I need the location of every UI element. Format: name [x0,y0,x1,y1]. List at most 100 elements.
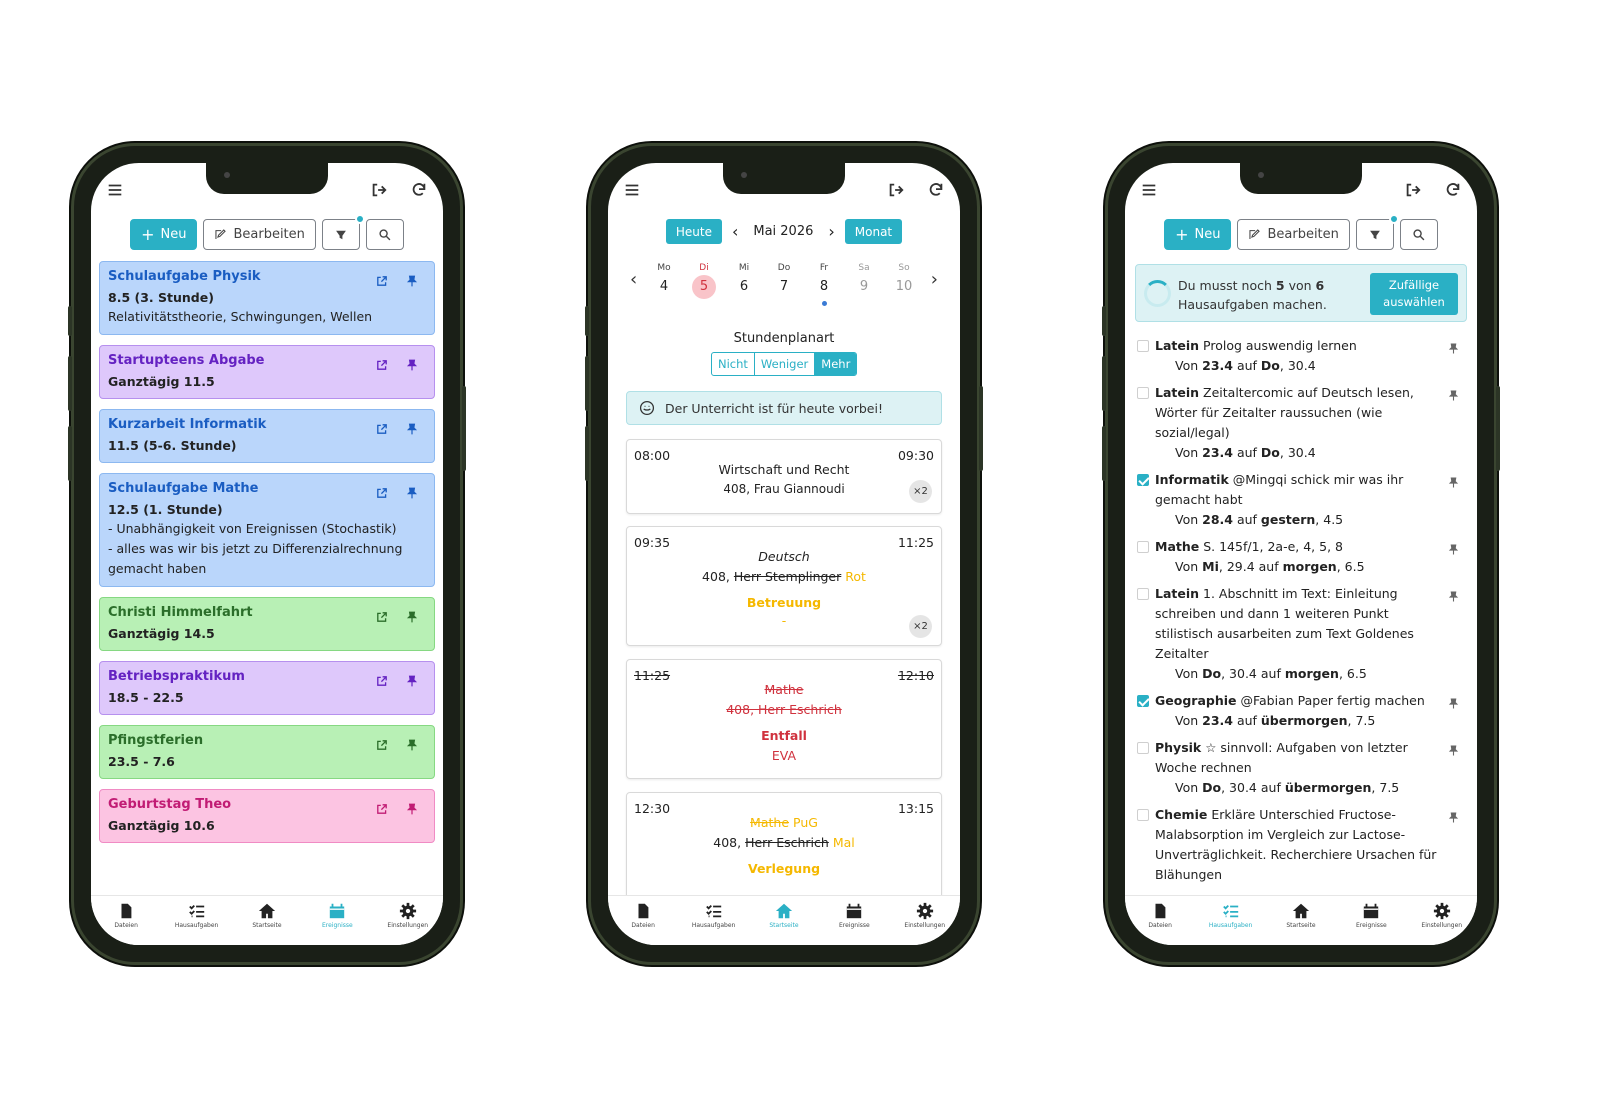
homework-item[interactable]: Latein Prolog auswendig lernen Von 23.4 … [1137,336,1463,376]
share-icon[interactable] [376,672,388,691]
share-icon[interactable] [376,800,388,819]
nav-home[interactable]: Startseite [749,902,819,929]
today-button[interactable]: Heute [665,219,722,244]
filter-button[interactable] [1355,214,1399,250]
nav-homework[interactable]: Hausaufgaben [1196,902,1266,929]
event-card[interactable]: Geburtstag Theo Ganztägig 10.6 [99,789,435,843]
nav-home[interactable]: Startseite [1266,902,1336,929]
nav-events[interactable]: Ereignisse [1336,902,1406,929]
nav-home[interactable]: Startseite [232,902,302,929]
nav-files[interactable]: Dateien [608,902,678,929]
lesson-card[interactable]: 08:00 09:30 Wirtschaft und Recht 408, Fr… [626,439,942,514]
share-icon[interactable] [376,736,388,755]
nav-settings[interactable]: Einstellungen [373,902,443,929]
pin-icon[interactable] [406,672,418,691]
option-none[interactable]: Nicht [712,353,755,375]
pin-icon[interactable] [406,484,418,503]
pin-icon[interactable] [1448,541,1459,561]
nav-homework[interactable]: Hausaufgaben [679,902,749,929]
logout-icon[interactable] [886,180,906,200]
nav-settings[interactable]: Einstellungen [1407,902,1477,929]
search-button[interactable] [365,219,404,250]
share-icon[interactable] [376,272,388,291]
pin-icon[interactable] [406,736,418,755]
day-cell[interactable]: Mo 4 [652,263,676,299]
prev-week-icon[interactable]: ‹ [630,269,637,290]
homework-item[interactable]: Latein Zeitaltercomic auf Deutsch lesen,… [1137,383,1463,463]
pin-icon[interactable] [1448,340,1459,360]
logout-icon[interactable] [1403,180,1423,200]
pin-icon[interactable] [1448,809,1459,829]
random-select-button[interactable]: Zufällige auswählen [1370,273,1458,315]
homework-checkbox[interactable] [1137,340,1149,352]
day-cell-today[interactable]: Di 5 [692,263,716,299]
nav-files[interactable]: Dateien [1125,902,1195,929]
share-icon[interactable] [376,356,388,375]
lesson-card-cancelled[interactable]: 11:25 12:10 Mathe 408, Herr Eschrich Ent… [626,659,942,779]
day-cell[interactable]: Mi 6 [732,263,756,299]
new-button[interactable]: + Neu [130,219,198,250]
event-card[interactable]: Betriebspraktikum 18.5 - 22.5 [99,661,435,715]
refresh-icon[interactable] [926,180,946,200]
option-less[interactable]: Weniger [755,353,816,375]
pin-icon[interactable] [406,608,418,627]
month-view-button[interactable]: Monat [844,219,903,244]
homework-checkbox[interactable] [1137,588,1149,600]
event-card[interactable]: Pfingstferien 23.5 - 7.6 [99,725,435,779]
lesson-card-moved[interactable]: 12:30 13:15 Mathe PuG 408, Herr Eschrich… [626,792,942,912]
event-card[interactable]: Schulaufgabe Mathe 12.5 (1. Stunde) - Una… [99,473,435,587]
day-cell[interactable]: So 10 [892,263,916,299]
day-cell[interactable]: Sa 9 [852,263,876,299]
event-card[interactable]: Kurzarbeit Informatik 11.5 (5-6. Stunde) [99,409,435,463]
nav-events[interactable]: Ereignisse [302,902,372,929]
nav-files[interactable]: Dateien [91,902,161,929]
homework-item[interactable]: Mathe S. 145f/1, 2a-e, 4, 5, 8 Von Mi, 2… [1137,537,1463,577]
homework-checkbox[interactable] [1137,474,1149,486]
homework-item[interactable]: Geographie @Fabian Paper fertig machen V… [1137,691,1463,731]
pin-icon[interactable] [1448,588,1459,608]
homework-item[interactable]: Latein 1. Abschnitt im Text: Einleitung … [1137,584,1463,684]
event-card[interactable]: Christi Himmelfahrt Ganztägig 14.5 [99,597,435,651]
pin-icon[interactable] [1448,695,1459,715]
nav-events[interactable]: Ereignisse [819,902,889,929]
homework-item[interactable]: Informatik @Mingqi schick mir was ihr ge… [1137,470,1463,530]
pin-icon[interactable] [406,356,418,375]
refresh-icon[interactable] [1443,180,1463,200]
share-icon[interactable] [376,608,388,627]
share-icon[interactable] [376,484,388,503]
next-month-icon[interactable]: › [828,222,834,241]
edit-button[interactable]: Bearbeiten [1237,219,1350,250]
pin-icon[interactable] [1448,387,1459,407]
day-cell[interactable]: Fr 8 [812,263,836,306]
refresh-icon[interactable] [409,180,429,200]
share-icon[interactable] [376,420,388,439]
day-cell[interactable]: Do 7 [772,263,796,299]
filter-button[interactable] [321,214,365,250]
menu-icon[interactable] [105,180,125,200]
nav-homework[interactable]: Hausaufgaben [162,902,232,929]
homework-item[interactable]: Chemie Erkläre Unterschied Fructose-Mala… [1137,805,1463,885]
nav-settings[interactable]: Einstellungen [890,902,960,929]
event-card[interactable]: Schulaufgabe Physik 8.5 (3. Stunde) Relat… [99,261,435,335]
menu-icon[interactable] [622,180,642,200]
pin-icon[interactable] [406,800,418,819]
homework-checkbox[interactable] [1137,695,1149,707]
pin-icon[interactable] [406,272,418,291]
homework-checkbox[interactable] [1137,387,1149,399]
event-card[interactable]: Startupteens Abgabe Ganztägig 11.5 [99,345,435,399]
logout-icon[interactable] [369,180,389,200]
menu-icon[interactable] [1139,180,1159,200]
lesson-card[interactable]: 09:35 11:25 Deutsch 408, Herr Stemplinge… [626,526,942,646]
prev-month-icon[interactable]: ‹ [732,222,738,241]
schedule-type-toggle[interactable]: Nicht Weniger Mehr [711,352,858,376]
next-week-icon[interactable]: › [931,269,938,290]
edit-button[interactable]: Bearbeiten [203,219,316,250]
homework-checkbox[interactable] [1137,742,1149,754]
new-button[interactable]: + Neu [1164,219,1232,250]
option-more[interactable]: Mehr [815,353,857,375]
homework-checkbox[interactable] [1137,809,1149,821]
pin-icon[interactable] [1448,742,1459,762]
homework-checkbox[interactable] [1137,541,1149,553]
search-button[interactable] [1399,219,1438,250]
pin-icon[interactable] [406,420,418,439]
